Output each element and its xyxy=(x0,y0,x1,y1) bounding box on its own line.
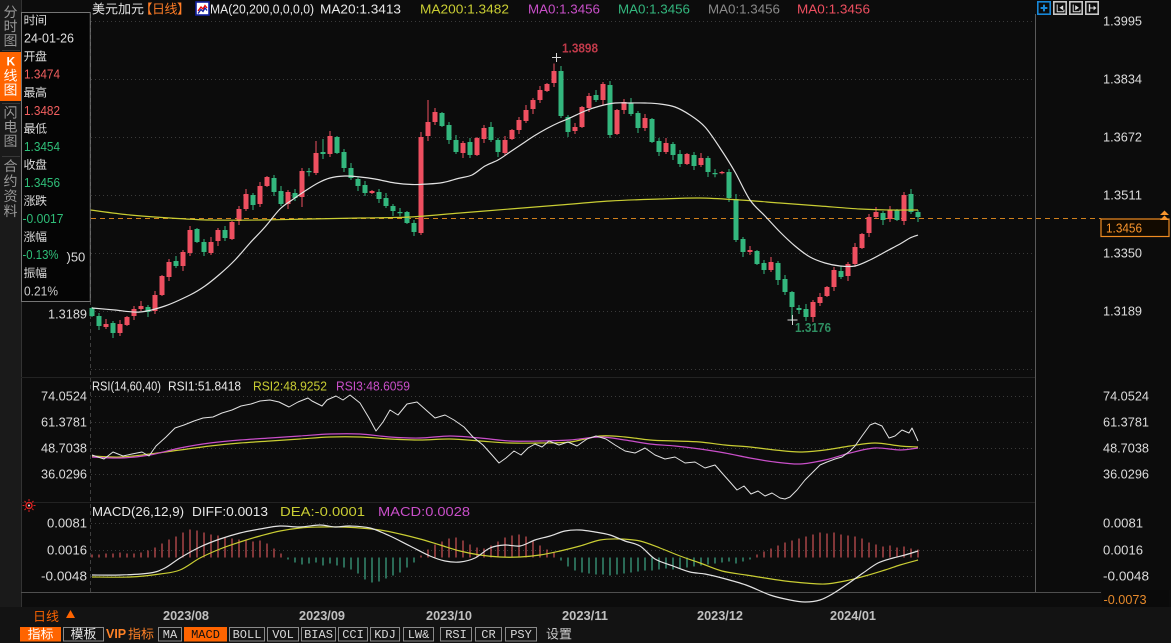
svg-text:CR: CR xyxy=(481,628,495,642)
svg-text:VOL: VOL xyxy=(272,628,294,642)
svg-text:K: K xyxy=(7,55,16,69)
svg-text:BOLL: BOLL xyxy=(233,628,262,642)
svg-text:MA0:1.3456: MA0:1.3456 xyxy=(528,3,600,17)
svg-text:MA200:1.3482: MA200:1.3482 xyxy=(420,3,509,17)
svg-text:-0.13%: -0.13% xyxy=(23,247,59,262)
svg-text:1.3474: 1.3474 xyxy=(24,67,60,82)
svg-text:1.3834: 1.3834 xyxy=(1103,72,1142,87)
svg-text:61.3781: 61.3781 xyxy=(41,415,87,430)
svg-text:36.0296: 36.0296 xyxy=(41,467,87,482)
svg-text:2024/01: 2024/01 xyxy=(830,608,876,623)
svg-text:DEA:-0.0001: DEA:-0.0001 xyxy=(280,505,365,519)
svg-text:MA(20,200,0,0,0,0): MA(20,200,0,0,0,0) xyxy=(210,3,314,17)
svg-text:DIFF:0.0013: DIFF:0.0013 xyxy=(192,505,268,519)
svg-text:1.3456: 1.3456 xyxy=(1106,221,1142,236)
svg-text:PSY: PSY xyxy=(510,628,532,642)
svg-text:RSI1:51.8418: RSI1:51.8418 xyxy=(168,380,241,394)
svg-text:61.3781: 61.3781 xyxy=(1103,415,1149,430)
svg-text:-0.0048: -0.0048 xyxy=(41,569,87,584)
svg-text:BIAS: BIAS xyxy=(304,628,333,642)
svg-text:MA20:1.3413: MA20:1.3413 xyxy=(320,3,401,17)
svg-text:1.3482: 1.3482 xyxy=(24,103,60,118)
svg-text:MA0:1.3456: MA0:1.3456 xyxy=(618,3,690,17)
svg-text:2023/10: 2023/10 xyxy=(426,608,472,623)
svg-text:0.0016: 0.0016 xyxy=(47,543,87,558)
svg-text:1.3995: 1.3995 xyxy=(1103,14,1142,29)
svg-text:24-01-26: 24-01-26 xyxy=(24,31,74,46)
svg-text:RSI2:48.9252: RSI2:48.9252 xyxy=(253,380,327,394)
svg-text:1.3189: 1.3189 xyxy=(48,307,87,322)
svg-text:MA: MA xyxy=(163,628,178,642)
svg-text:36.0296: 36.0296 xyxy=(1103,467,1149,482)
svg-text:VIP: VIP xyxy=(106,627,126,641)
svg-text:-0.0073: -0.0073 xyxy=(1104,592,1147,607)
svg-text:1.3511: 1.3511 xyxy=(1103,188,1142,203)
svg-text:48.7038: 48.7038 xyxy=(41,441,87,456)
svg-text:MA0:1.3456: MA0:1.3456 xyxy=(708,3,780,17)
svg-text:LW&: LW& xyxy=(408,628,430,642)
svg-text:2023/12: 2023/12 xyxy=(697,608,743,623)
svg-text:-0.0048: -0.0048 xyxy=(1103,569,1149,584)
svg-text:0.0081: 0.0081 xyxy=(47,516,87,531)
svg-text:0.21%: 0.21% xyxy=(24,283,58,298)
svg-text:48.7038: 48.7038 xyxy=(1103,441,1149,456)
svg-text:CCI: CCI xyxy=(342,628,364,642)
svg-text:1.3898: 1.3898 xyxy=(562,41,598,56)
svg-text:RSI(14,60,40): RSI(14,60,40) xyxy=(92,380,161,394)
svg-text:)50: )50 xyxy=(67,250,86,265)
svg-text:1.3176: 1.3176 xyxy=(795,320,831,335)
svg-text:-0.0017: -0.0017 xyxy=(23,211,64,226)
svg-text:MACD(26,12,9): MACD(26,12,9) xyxy=(92,505,184,519)
svg-text:74.0524: 74.0524 xyxy=(41,389,87,404)
svg-text:1.3672: 1.3672 xyxy=(1103,130,1142,145)
svg-text:RSI3:48.6059: RSI3:48.6059 xyxy=(336,380,410,394)
svg-text:2023/11: 2023/11 xyxy=(562,608,608,623)
svg-text:74.0524: 74.0524 xyxy=(1103,389,1149,404)
svg-text:MA0:1.3456: MA0:1.3456 xyxy=(797,3,870,17)
svg-text:0.0016: 0.0016 xyxy=(1103,543,1143,558)
svg-text:2023/09: 2023/09 xyxy=(299,608,345,623)
svg-text:1.3189: 1.3189 xyxy=(1103,304,1142,319)
svg-text:MACD:0.0028: MACD:0.0028 xyxy=(378,505,470,519)
svg-text:1.3454: 1.3454 xyxy=(24,139,60,154)
svg-text:RSI: RSI xyxy=(445,628,467,642)
svg-text:0.0081: 0.0081 xyxy=(1103,516,1143,531)
svg-text:1.3350: 1.3350 xyxy=(1103,246,1142,261)
svg-text:1.3456: 1.3456 xyxy=(24,175,60,190)
svg-text:MACD: MACD xyxy=(191,628,220,642)
svg-text:2023/08: 2023/08 xyxy=(163,608,209,623)
svg-text:KDJ: KDJ xyxy=(374,628,396,642)
